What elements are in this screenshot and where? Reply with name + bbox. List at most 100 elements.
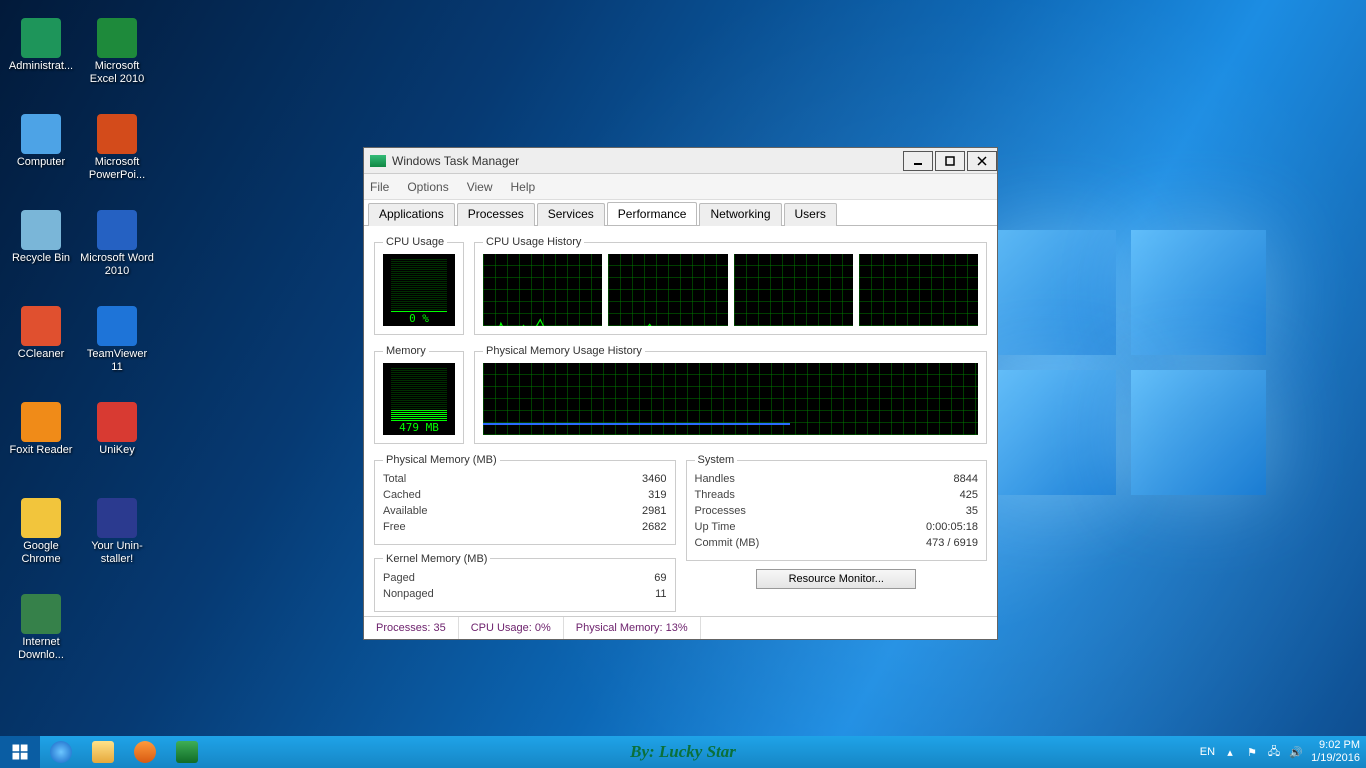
kernel-nonpaged: 11 [655,587,666,603]
taskbar-ie[interactable] [40,736,82,768]
status-processes: Processes: 35 [364,617,459,639]
close-button[interactable] [967,151,997,171]
desktop-icon[interactable]: Google Chrome [4,498,78,565]
icon-label: Microsoft Word 2010 [80,252,154,277]
status-cpu: CPU Usage: 0% [459,617,564,639]
desktop-icon[interactable]: TeamViewer 11 [80,306,154,373]
taskbar-explorer[interactable] [82,736,124,768]
taskbar-mediaplayer[interactable] [124,736,166,768]
desktop-icon[interactable]: Internet Downlo... [4,594,78,661]
desktop-icon[interactable]: Computer [4,114,78,169]
cpu-usage-label: CPU Usage [383,236,447,248]
menu-help[interactable]: Help [511,180,536,194]
icon-label: Foxit Reader [4,444,78,457]
tray-clock[interactable]: 9:02 PM 1/19/2016 [1311,739,1360,764]
memory-graph [483,363,978,435]
menu-file[interactable]: File [370,180,389,194]
physical-memory-title: Physical Memory (MB) [383,454,500,466]
app-icon [21,18,61,58]
tray-network-icon[interactable]: 🖧 [1267,745,1281,759]
phys-free: 2682 [642,520,666,536]
kernel-paged: 69 [654,571,666,587]
app-icon [21,306,61,346]
desktop-icon[interactable]: Microsoft Word 2010 [80,210,154,277]
tray-language[interactable]: EN [1200,746,1215,758]
tray-date: 1/19/2016 [1311,752,1360,765]
app-icon [97,210,137,250]
menu-options[interactable]: Options [407,180,448,194]
app-icon [97,498,137,538]
cpu-history-box: CPU Usage History [474,236,987,335]
tab-performance[interactable]: Performance [607,202,698,225]
memory-history-box: Physical Memory Usage History [474,345,987,444]
taskbar-taskmanager[interactable] [166,736,208,768]
memory-box: Memory 479 MB [374,345,464,444]
memory-history-label: Physical Memory Usage History [483,345,645,357]
system-title: System [695,454,738,466]
window-title: Windows Task Manager [392,154,519,168]
maximize-button[interactable] [935,151,965,171]
taskbar-center-text: By: Lucky Star [630,742,736,762]
app-icon [21,498,61,538]
sys-uptime: 0:00:05:18 [926,520,978,536]
statusbar: Processes: 35 CPU Usage: 0% Physical Mem… [364,616,997,639]
sys-processes: 35 [966,504,978,520]
minimize-button[interactable] [903,151,933,171]
titlebar[interactable]: Windows Task Manager [364,148,997,174]
desktop-icon[interactable]: Foxit Reader [4,402,78,457]
app-icon [21,114,61,154]
tabs: ApplicationsProcessesServicesPerformance… [364,200,997,226]
icon-label: Microsoft PowerPoi... [80,156,154,181]
status-memory: Physical Memory: 13% [564,617,701,639]
cpu-graph-3 [859,254,978,326]
cpu-usage-value: 0 % [383,312,455,325]
desktop-icon[interactable]: Recycle Bin [4,210,78,265]
tray-chevron-icon[interactable]: ▴ [1223,745,1237,759]
desktop-icon[interactable]: UniKey [80,402,154,457]
tab-users[interactable]: Users [784,203,837,226]
tab-services[interactable]: Services [537,203,605,226]
menubar: File Options View Help [364,174,997,200]
sys-threads: 425 [960,488,978,504]
icon-label: Administrat... [4,60,78,73]
desktop-icon[interactable]: Microsoft PowerPoi... [80,114,154,181]
icon-label: Recycle Bin [4,252,78,265]
icon-label: Internet Downlo... [4,636,78,661]
desktop-icon[interactable]: CCleaner [4,306,78,361]
icon-label: CCleaner [4,348,78,361]
physical-memory-box: Physical Memory (MB) Total3460 Cached319… [374,454,676,545]
app-icon [97,402,137,442]
kernel-memory-box: Kernel Memory (MB) Paged69 Nonpaged11 [374,553,676,612]
tab-applications[interactable]: Applications [368,203,455,226]
resource-monitor-button[interactable]: Resource Monitor... [756,569,916,589]
memory-gauge: 479 MB [383,363,455,435]
tab-networking[interactable]: Networking [699,203,781,226]
desktop-icon[interactable]: Administrat... [4,18,78,73]
menu-view[interactable]: View [467,180,493,194]
phys-available: 2981 [642,504,666,520]
system-box: System Handles8844 Threads425 Processes3… [686,454,988,561]
taskbar: By: Lucky Star EN ▴ ⚑ 🖧 🔊 9:02 PM 1/19/2… [0,736,1366,768]
app-icon [21,402,61,442]
app-icon [370,155,386,167]
start-button[interactable] [0,736,40,768]
cpu-gauge: 0 % [383,254,455,326]
icon-label: Microsoft Excel 2010 [80,60,154,85]
app-icon [21,594,61,634]
icon-label: TeamViewer 11 [80,348,154,373]
memory-value: 479 MB [383,421,455,434]
icon-label: UniKey [80,444,154,457]
tray-volume-icon[interactable]: 🔊 [1289,745,1303,759]
phys-cached: 319 [648,488,666,504]
app-icon [21,210,61,250]
phys-total: 3460 [642,472,666,488]
sys-handles: 8844 [954,472,978,488]
tab-processes[interactable]: Processes [457,203,535,226]
desktop-icon[interactable]: Your Unin-staller! [80,498,154,565]
desktop-icon[interactable]: Microsoft Excel 2010 [80,18,154,85]
cpu-usage-box: CPU Usage 0 % [374,236,464,335]
app-icon [97,306,137,346]
tray-action-center-icon[interactable]: ⚑ [1245,745,1259,759]
cpu-history-label: CPU Usage History [483,236,584,248]
cpu-graph-0 [483,254,602,326]
